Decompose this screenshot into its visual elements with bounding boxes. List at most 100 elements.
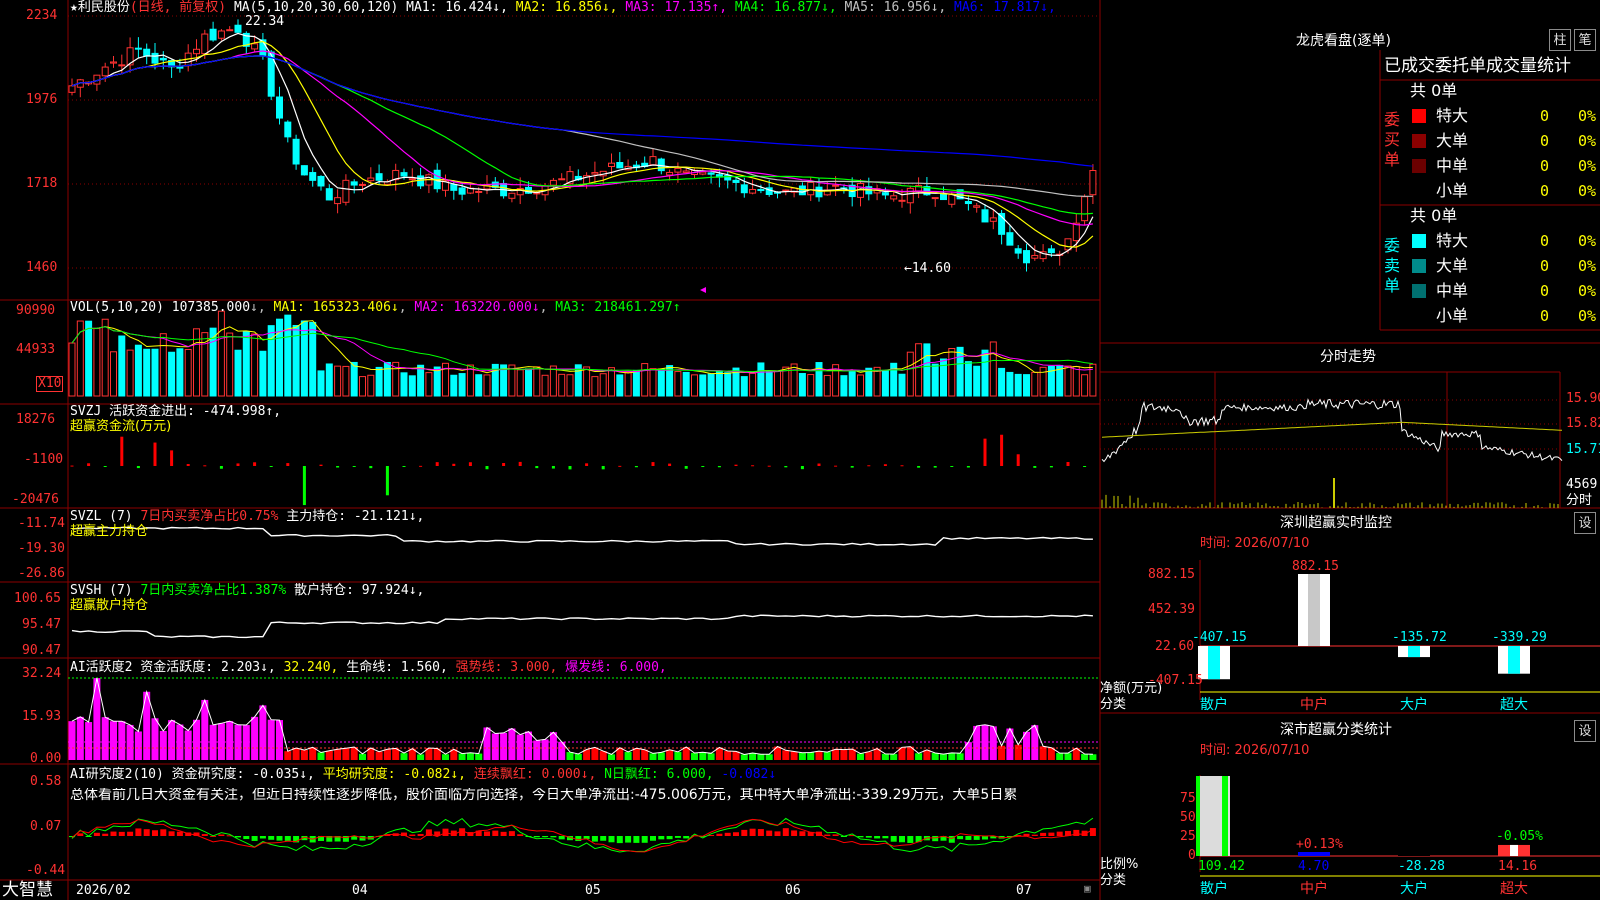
class-settings-button[interactable]: 设 bbox=[1574, 720, 1596, 742]
candle-body bbox=[276, 96, 283, 119]
monitor-settings-button[interactable]: 设 bbox=[1574, 512, 1596, 534]
volume-bar bbox=[317, 370, 325, 397]
monitor-category: 中户 bbox=[1300, 697, 1328, 713]
ai-research-bar bbox=[135, 828, 142, 836]
candle-body bbox=[1081, 196, 1089, 222]
ai-research-bar bbox=[882, 836, 889, 839]
order-stats-tabs[interactable]: 已成交委托单成交量统计 bbox=[1384, 56, 1571, 76]
ai-active-bar bbox=[68, 721, 76, 760]
ai-research-bar bbox=[749, 828, 756, 836]
class-time: 时间: 2026/07/10 bbox=[1200, 743, 1310, 758]
ai-research-bar bbox=[625, 836, 632, 843]
volume-bar bbox=[184, 349, 192, 397]
ai-research-bar bbox=[716, 833, 723, 836]
volume-bar bbox=[591, 376, 599, 397]
candle-body bbox=[226, 29, 234, 32]
volume-bar bbox=[549, 365, 557, 397]
volume-bar bbox=[682, 371, 690, 397]
volume-bar bbox=[118, 335, 126, 397]
intraday-price-tick: 15.90 bbox=[1566, 391, 1600, 406]
ma-line-1 bbox=[71, 32, 1094, 257]
ai-active-bar bbox=[334, 749, 342, 760]
candle-body bbox=[1089, 170, 1097, 196]
svzj-bars bbox=[70, 434, 1087, 506]
ai-active-bar bbox=[383, 749, 391, 760]
pen-mode-button[interactable]: 笔 bbox=[1574, 29, 1596, 51]
svzj-bar bbox=[452, 463, 456, 466]
svsh-line bbox=[71, 614, 1093, 639]
svzl-holding: 主力持仓: -21.121↓, bbox=[286, 509, 425, 524]
ai-active-bar bbox=[491, 733, 499, 760]
monitor-axis-tick: 882.15 bbox=[1148, 567, 1195, 582]
ai-active-bar bbox=[1064, 753, 1072, 760]
ai-active-bar bbox=[890, 754, 898, 760]
svzj-bar bbox=[834, 465, 838, 467]
volume-bar bbox=[400, 372, 408, 397]
svzj-bar bbox=[518, 461, 522, 466]
volume-bar bbox=[350, 361, 358, 397]
svzj-bar bbox=[336, 466, 340, 468]
sell-orders-label: 委卖单 bbox=[1384, 236, 1401, 295]
monitor-category-label: 分类 bbox=[1100, 697, 1127, 712]
candle-body bbox=[649, 156, 657, 166]
volume-bar bbox=[807, 374, 815, 397]
ai-active-bar bbox=[765, 754, 773, 760]
svsh-axis-tick: 95.47 bbox=[22, 617, 62, 632]
candle-body bbox=[549, 179, 557, 186]
svzj-bar bbox=[568, 466, 572, 470]
candle-body bbox=[558, 178, 566, 181]
sell-row-count: 0 bbox=[1540, 307, 1550, 325]
ai-research-bar bbox=[118, 831, 125, 836]
svzj-subtitle: 超赢资金流(万元) bbox=[70, 419, 172, 434]
candle-body bbox=[740, 184, 748, 194]
volume-bar bbox=[516, 369, 524, 397]
lock-icon[interactable]: ▣ bbox=[1084, 882, 1091, 896]
class-category: 大户 bbox=[1400, 881, 1428, 897]
ai-active-bar bbox=[857, 753, 864, 760]
dragon-panel-title: 龙虎看盘(逐单) bbox=[1296, 33, 1391, 49]
volume-bar bbox=[583, 366, 591, 397]
monitor-bar-shade bbox=[1308, 574, 1320, 646]
ai-research-bar bbox=[484, 831, 490, 836]
ai-active-bar bbox=[466, 752, 474, 760]
stock-name[interactable]: ★利民股份 bbox=[70, 0, 130, 15]
svzj-bar bbox=[502, 463, 506, 466]
ai-research-bar bbox=[757, 829, 764, 836]
monitor-bar-shade bbox=[1408, 646, 1420, 658]
svzl-title: SVZL (7) bbox=[70, 509, 133, 524]
ai-research-bar bbox=[591, 836, 598, 842]
monitor-title: 深圳超赢实时监控 bbox=[1280, 515, 1392, 531]
class-bar-shade bbox=[1298, 852, 1330, 856]
ai-active-line bbox=[71, 677, 1093, 756]
svzj-bar bbox=[352, 466, 356, 467]
ai-active-bar bbox=[292, 747, 300, 760]
volume-bar bbox=[159, 333, 167, 397]
volume-bar bbox=[898, 373, 906, 397]
chart-canvas[interactable] bbox=[0, 0, 1600, 900]
ai-active-bar bbox=[757, 754, 765, 760]
class-axis-tick: 50 bbox=[1180, 810, 1196, 825]
ai-active-bar bbox=[749, 752, 757, 760]
cursor-marker bbox=[700, 287, 706, 293]
volume-bar bbox=[981, 349, 989, 397]
monitor-bar-value: -135.72 bbox=[1392, 630, 1447, 645]
candle-body bbox=[408, 178, 416, 181]
volume-bar bbox=[68, 342, 76, 397]
volume-bar bbox=[657, 368, 665, 397]
buy-row-pct: 0% bbox=[1578, 157, 1597, 175]
price-axis-tick: 1976 bbox=[26, 92, 58, 107]
svzj-bar bbox=[369, 466, 373, 469]
volume-bar bbox=[450, 374, 458, 397]
ai-active-bar bbox=[259, 705, 267, 760]
ai-active-axis-tick: 32.24 bbox=[22, 666, 62, 681]
volume-bar bbox=[143, 348, 151, 397]
ai-active-bar bbox=[276, 720, 283, 760]
ai-research-bar bbox=[741, 829, 748, 836]
bar-mode-button[interactable]: 柱 bbox=[1549, 29, 1571, 51]
ai-active-bar bbox=[151, 718, 159, 760]
volume-bar bbox=[599, 373, 607, 397]
ai-research-bar bbox=[899, 836, 905, 843]
ai-research-title: AI研究度2(10) 资金研究度: -0.035↓, bbox=[70, 767, 315, 782]
candle-body bbox=[890, 195, 898, 200]
ai-active-bar bbox=[251, 716, 259, 760]
